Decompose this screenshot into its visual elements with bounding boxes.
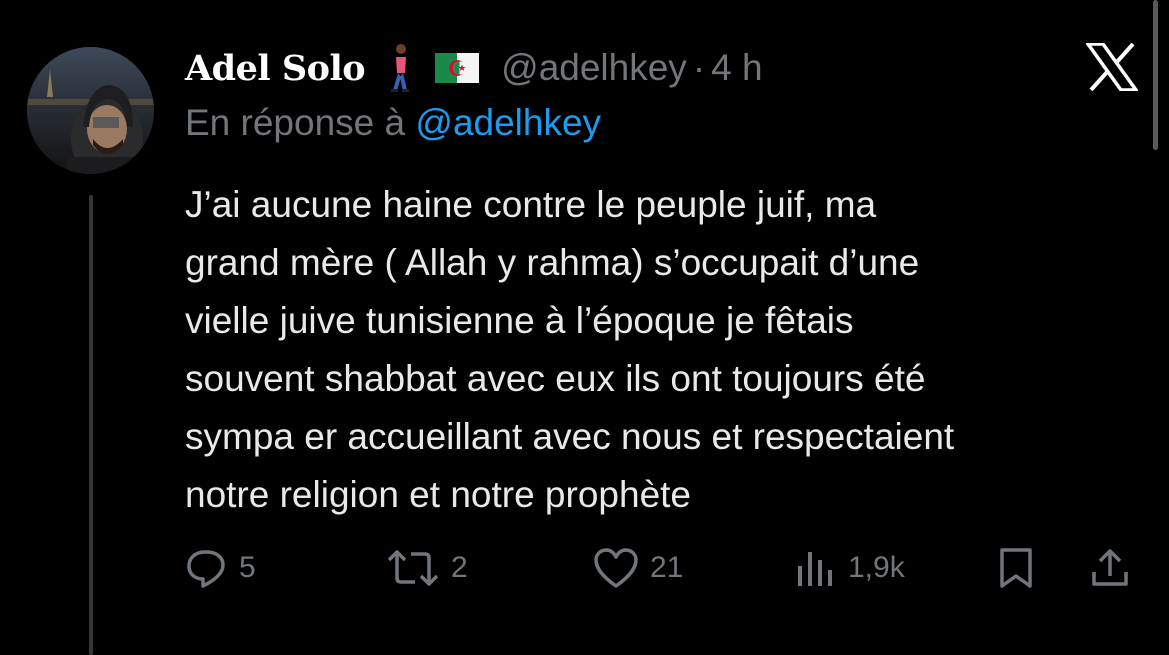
views-count: 1,9k [848,551,905,584]
reply-handle-link[interactable]: @adelhkey [415,102,601,143]
separator-dot: · [692,47,706,88]
tweet-text-line: grand mère ( Allah y rahma) s’occupait d… [185,242,920,283]
algeria-flag-icon [435,53,480,83]
views-icon [798,552,832,586]
author-handle[interactable]: @adelhkey [501,47,687,89]
share-button[interactable] [1088,540,1132,596]
avatar[interactable] [27,47,154,174]
retweet-icon [387,550,439,586]
bookmark-button[interactable] [996,540,1036,596]
retweet-button[interactable]: 2 [385,540,468,596]
reply-context: En réponse à @adelhkey [185,102,601,144]
share-icon [1092,549,1128,586]
thread-line [89,195,93,655]
tweet-header: Adel Solo @adelhkey · 4 h [185,40,763,96]
bookmark-icon [1000,548,1032,588]
x-logo-icon[interactable] [1084,42,1140,92]
like-button[interactable]: 21 [592,540,683,596]
tweet-text-line: J’ai aucune haine contre le peuple juif,… [185,184,877,225]
tweet-text-line: vielle juive tunisienne à l’époque je fê… [185,300,854,341]
reply-button[interactable]: 5 [185,540,256,596]
reply-prefix: En réponse à [185,102,406,143]
scrollbar[interactable] [1153,0,1158,150]
retweet-count: 2 [451,551,468,584]
reply-icon [187,550,225,588]
tweet-text-line: notre religion et notre prophète [185,474,692,515]
heart-icon [594,548,638,588]
reply-count: 5 [239,551,256,584]
avatar-photo [27,47,154,174]
tweet-text: J’ai aucune haine contre le peuple juif,… [185,176,1135,524]
views-button[interactable]: 1,9k [794,540,905,596]
timestamp[interactable]: 4 h [711,47,762,89]
tweet-text-line: sympa er accueillant avec nous et respec… [185,416,955,457]
author-name[interactable]: Adel Solo [185,48,366,89]
tweet-text-line: souvent shabbat avec eux ils ont toujour… [185,358,926,399]
like-count: 21 [650,551,684,584]
person-walking-icon [387,43,413,93]
